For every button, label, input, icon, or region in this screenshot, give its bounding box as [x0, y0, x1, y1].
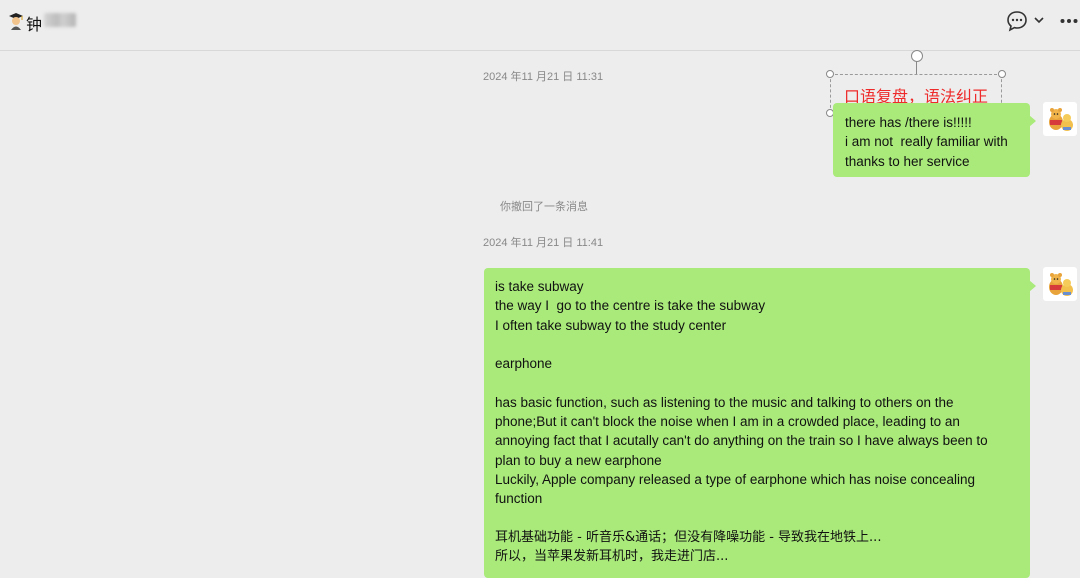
message-line: I often take subway to the study center — [495, 317, 727, 333]
message-bubble[interactable]: there has /there is!!!!! i am not really… — [833, 103, 1036, 177]
chat-bubble-icon[interactable] — [1006, 10, 1028, 32]
chevron-down-icon[interactable] — [1033, 14, 1045, 26]
message-bubble[interactable]: is take subway the way I go to the centr… — [484, 268, 1036, 578]
avatar[interactable] — [1043, 102, 1077, 136]
message-line: Luckily, Apple company released a type o… — [495, 471, 976, 487]
chat-header: 钟 — [0, 0, 1080, 51]
recall-notice: 你撤回了一条消息 — [500, 200, 588, 213]
more-icon[interactable] — [1060, 18, 1078, 24]
message-line: annoying fact that I acutally can't do a… — [495, 433, 988, 449]
timestamp: 2024 年11 月21 日 11:41 — [483, 237, 604, 249]
message-line: 耳机基础功能 - 听音乐&通话；但没有降噪功能 - 导致我在地铁上... — [495, 529, 882, 545]
contact-name[interactable]: 钟 — [26, 11, 42, 35]
message-line: phone;But it can't block the noise when … — [495, 414, 960, 430]
message-line: has basic function, such as listening to… — [495, 394, 954, 410]
resize-handle[interactable] — [826, 70, 834, 78]
message-line: 所以，当苹果发新耳机时，我走进门店... — [495, 549, 729, 565]
message-line: is take subway — [495, 279, 584, 294]
rotation-handle[interactable] — [911, 50, 923, 62]
graduate-emoji-icon — [9, 13, 23, 30]
resize-handle[interactable] — [998, 70, 1006, 78]
message-line: thanks to her service — [845, 153, 970, 169]
rotation-connector — [916, 61, 917, 74]
message-line: i am not really familiar with — [845, 134, 1008, 150]
bear-avatar-icon — [1049, 108, 1073, 131]
avatar[interactable] — [1043, 267, 1077, 301]
message-line: earphone — [495, 356, 553, 372]
blurred-name — [44, 13, 76, 27]
message-line: plan to buy a new earphone — [495, 452, 662, 468]
bear-avatar-icon — [1049, 273, 1073, 296]
timestamp: 2024 年11 月21 日 11:31 — [483, 71, 604, 83]
message-line: the way I go to the centre is take the s… — [495, 298, 766, 314]
message-line: there has /there is!!!!! — [845, 115, 972, 130]
message-line: function — [495, 491, 543, 507]
